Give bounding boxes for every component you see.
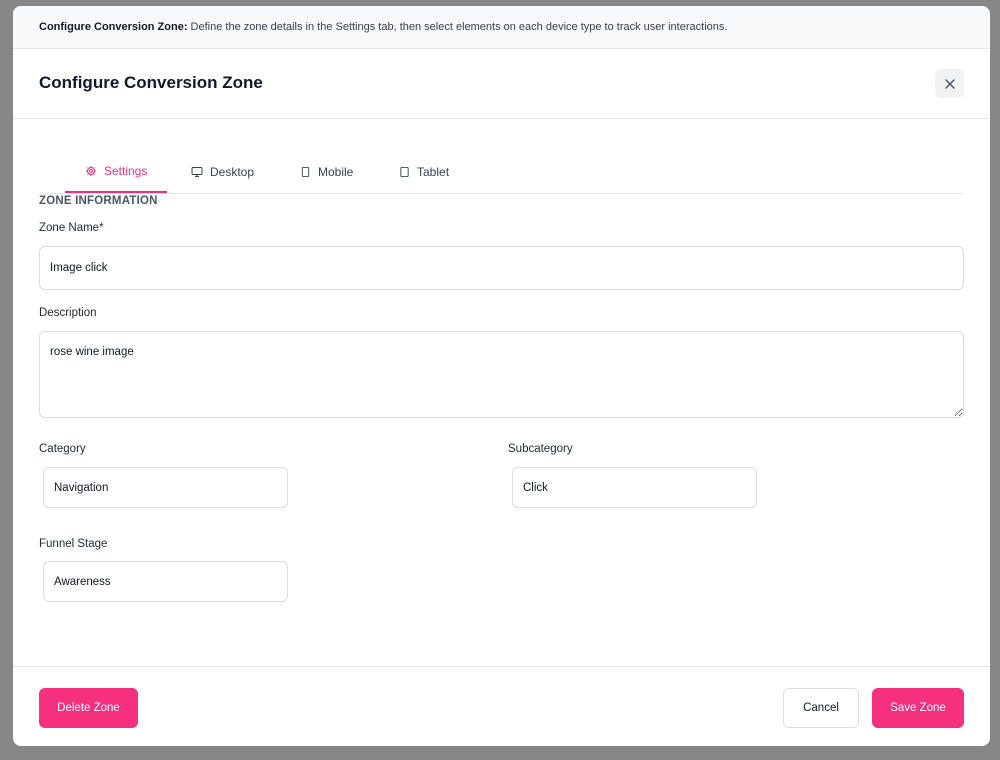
modal-footer: Delete Zone Cancel Save Zone [13,666,990,746]
close-button[interactable] [935,69,964,98]
close-icon [944,78,955,89]
monitor-icon [191,167,203,177]
section-title: ZONE INFORMATION [39,195,158,207]
modal-title: Configure Conversion Zone [39,73,263,92]
tab-settings-label: Settings [104,164,148,178]
subcategory-input[interactable] [512,467,757,508]
tab-mobile[interactable]: Mobile [300,151,353,193]
category-label: Category [39,443,86,455]
description-textarea[interactable]: rose wine image [39,331,964,418]
tab-tablet[interactable]: Tablet [399,151,449,193]
description-label: Description [39,307,97,319]
zone-name-input[interactable] [39,246,964,290]
save-zone-button[interactable]: Save Zone [872,688,964,728]
funnel-stage-input[interactable] [43,561,288,602]
category-input[interactable] [43,467,288,508]
configure-zone-modal: Configure Conversion Zone: Define the zo… [13,6,990,746]
tab-mobile-label: Mobile [318,165,354,179]
delete-zone-button[interactable]: Delete Zone [39,688,138,728]
device-tabs: Settings Desktop Mobile Tablet [39,151,964,194]
cancel-button[interactable]: Cancel [783,688,859,728]
banner-text: Define the zone details in the Settings … [187,21,728,33]
tab-desktop-label: Desktop [210,165,255,179]
tab-settings[interactable]: Settings [65,151,168,193]
info-banner: Configure Conversion Zone: Define the zo… [13,6,990,49]
funnel-stage-label: Funnel Stage [39,538,108,550]
tab-desktop[interactable]: Desktop [191,151,254,193]
zone-name-label: Zone Name* [39,222,104,234]
banner-bold-text: Configure Conversion Zone: [39,21,188,33]
gear-icon [86,166,96,176]
subcategory-label: Subcategory [508,443,573,455]
tab-tablet-label: Tablet [417,165,450,179]
tablet-icon [400,166,409,178]
smartphone-icon [301,166,310,178]
modal-header: Configure Conversion Zone [13,50,990,119]
